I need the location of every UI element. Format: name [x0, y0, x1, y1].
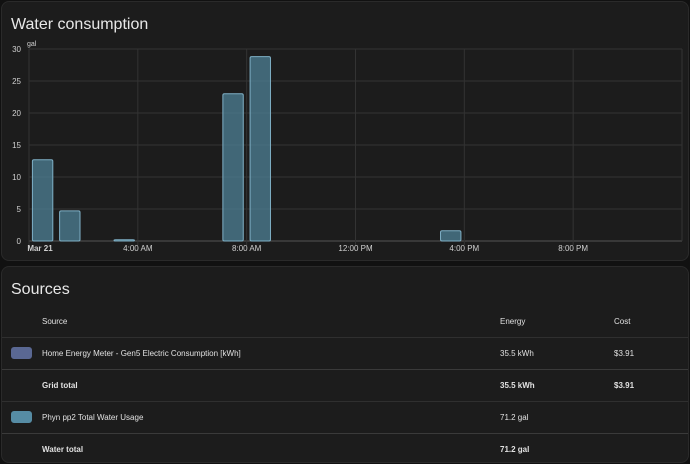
y-tick-label: 0: [17, 237, 22, 246]
cost-value: $3.91: [614, 336, 688, 369]
y-tick-label: 25: [12, 77, 21, 86]
sources-card: Sources Source Energy Cost Home Energy M…: [1, 266, 689, 463]
water-consumption-chart: 0 5 10 15 20 25 30 Mar 21 4:00 AM 8:00 AM 12:00 PM…: [12, 41, 683, 253]
x-tick-label: 12:00 PM: [338, 244, 373, 253]
y-tick-label: 15: [12, 141, 21, 150]
y-unit-label: gal: [27, 41, 37, 48]
sources-header-row: Source Energy Cost: [2, 307, 688, 337]
table-row-water-total: Water total 71.2 gal: [2, 432, 688, 462]
total-energy: 35.5 kWh: [500, 368, 614, 401]
cost-value: [614, 400, 688, 433]
electric-swatch: [11, 347, 32, 359]
total-cost: [614, 432, 688, 462]
source-header[interactable]: Source: [42, 307, 500, 337]
source-name: Phyn pp2 Total Water Usage: [42, 400, 500, 433]
table-row-water: Phyn pp2 Total Water Usage 71.2 gal: [2, 400, 688, 433]
table-row-grid-total: Grid total 35.5 kWh $3.91: [2, 368, 688, 401]
x-tick-label: 4:00 AM: [123, 244, 153, 253]
cost-header[interactable]: Cost: [614, 307, 688, 337]
swatch-header: [2, 307, 42, 337]
sources-title: Sources: [11, 281, 70, 298]
energy-header[interactable]: Energy: [500, 307, 614, 337]
total-label: Grid total: [42, 368, 500, 401]
y-tick-label: 5: [17, 205, 22, 214]
energy-value: 35.5 kWh: [500, 336, 614, 369]
water-swatch: [11, 411, 32, 423]
bar: [440, 230, 462, 242]
total-energy: 71.2 gal: [500, 432, 614, 462]
sources-table: Source Energy Cost Home Energy Meter - G…: [2, 307, 688, 462]
energy-value: 71.2 gal: [500, 400, 614, 433]
x-tick-label: 8:00 AM: [232, 244, 262, 253]
total-cost: $3.91: [614, 368, 688, 401]
y-tick-label: 10: [12, 173, 21, 182]
water-consumption-card: Water consumption 0 5 10 15 20 25 30 Mar 21 4:00…: [1, 1, 689, 261]
bar: [113, 239, 135, 242]
bar: [222, 93, 244, 242]
x-tick-label: 4:00 PM: [449, 244, 479, 253]
x-tick-label: 8:00 PM: [558, 244, 588, 253]
bar: [31, 159, 54, 242]
source-name: Home Energy Meter - Gen5 Electric Consum…: [42, 336, 500, 369]
y-tick-label: 20: [12, 109, 21, 118]
table-row-electric: Home Energy Meter - Gen5 Electric Consum…: [2, 336, 688, 369]
bar: [59, 210, 81, 242]
bar: [249, 56, 271, 242]
x-tick-label: Mar 21: [27, 244, 53, 253]
total-label: Water total: [42, 432, 500, 462]
y-tick-label: 30: [12, 45, 21, 54]
